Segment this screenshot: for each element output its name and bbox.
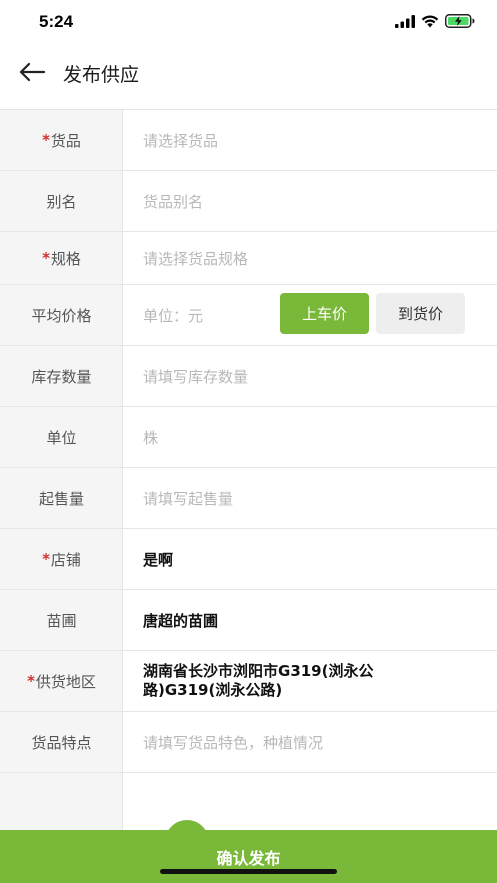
status-time: 5:24 [39,12,74,31]
required-mark: * [42,249,50,267]
alias-input[interactable]: 货品别名 [143,171,477,231]
form-label: * 货品 [42,131,81,150]
nav-bar: 发布供应 [0,46,497,110]
form-row-alias[interactable]: 别名 货品别名 [0,171,497,232]
battery-charging-icon [445,14,475,28]
stock-input[interactable]: 请填写库存数量 [143,346,477,406]
form-label: * 店铺 [42,550,81,569]
form-row-spec[interactable]: * 规格 请选择货品规格 [0,232,497,285]
form-label: 库存数量 [31,367,92,386]
status-bar: 5:24 [0,0,497,46]
unit-select[interactable]: 株 [143,407,477,467]
form-label: 别名 [46,192,77,211]
form-row-unit[interactable]: 单位 株 [0,407,497,468]
min-order-input[interactable]: 请填写起售量 [143,468,477,528]
back-arrow-icon [19,62,46,82]
region-select[interactable]: 湖南省长沙市浏阳市G319(浏永公路)G319(浏永公路) [143,651,417,711]
form-label: 平均价格 [31,306,92,325]
avg-price-input[interactable]: 单位：元 [143,285,277,345]
features-input[interactable]: 请填写货品特色，种植情况 [143,712,477,772]
form-row-stock[interactable]: 库存数量 请填写库存数量 [0,346,497,407]
shangche-price-button[interactable]: 上车价 [280,293,369,334]
page-title: 发布供应 [63,64,140,86]
spec-select[interactable]: 请选择货品规格 [143,232,477,284]
form-label: * 供货地区 [27,672,96,691]
required-mark: * [42,550,50,568]
required-mark: * [27,672,35,690]
signal-icon [395,14,415,28]
form-label: 单位 [46,428,77,447]
required-mark: * [42,131,50,149]
form-label: 起售量 [38,489,84,508]
form-row-avg-price: 平均价格 单位：元 上车价 到货价 [0,285,497,346]
shop-select[interactable]: 是啊 [143,529,477,589]
form-row-shop[interactable]: * 店铺 是啊 [0,529,497,590]
status-icons [395,14,475,28]
form-label: 货品特点 [31,733,92,752]
form-row-min-order[interactable]: 起售量 请填写起售量 [0,468,497,529]
form-label: 苗圃 [46,611,77,630]
form-row-features[interactable]: 货品特点 请填写货品特色，种植情况 [0,712,497,773]
form-label: * 规格 [42,249,81,268]
goods-select[interactable]: 请选择货品 [143,110,477,170]
form-row-region[interactable]: * 供货地区 湖南省长沙市浏阳市G319(浏永公路)G319(浏永公路) [0,651,497,712]
form-row-nursery[interactable]: 苗圃 唐超的苗圃 [0,590,497,651]
back-button[interactable] [14,58,50,86]
confirm-publish-label: 确认发布 [216,848,281,868]
supply-form: * 货品 请选择货品 别名 货品别名 * 规格 请选择货品规格 平均价格 单位：元 … [0,110,497,773]
form-row-goods[interactable]: * 货品 请选择货品 [0,110,497,171]
daohuo-price-button[interactable]: 到货价 [376,293,465,334]
wifi-icon [421,14,439,27]
confirm-publish-button[interactable]: 确认发布 [0,830,497,883]
nursery-select[interactable]: 唐超的苗圃 [143,590,477,650]
home-indicator [160,869,337,874]
